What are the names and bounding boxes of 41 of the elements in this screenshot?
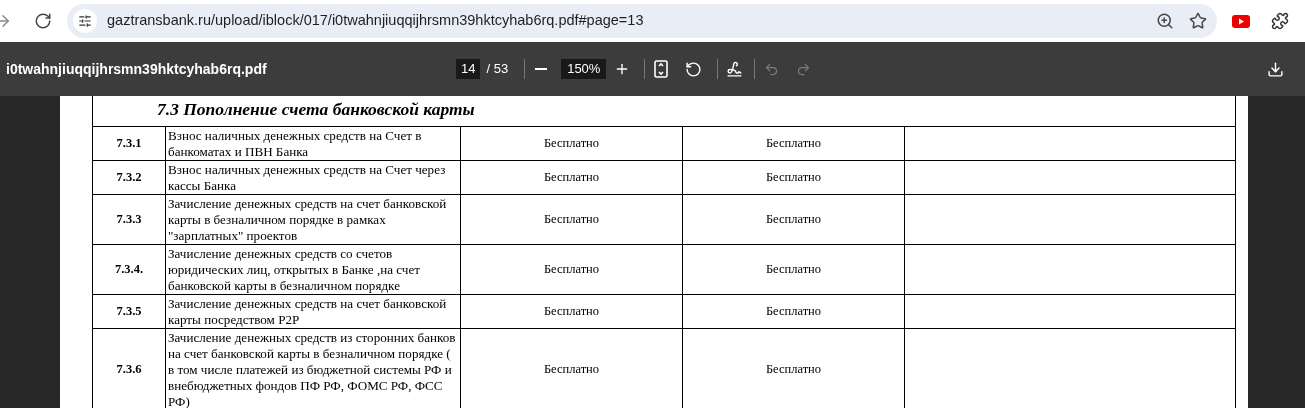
fee-cell: Бесплатно — [682, 294, 905, 329]
minus-icon — [535, 68, 548, 70]
row-number-cell: 7.3.6 — [92, 328, 166, 408]
page-count: / 53 — [486, 60, 509, 79]
zoom-icon[interactable] — [1156, 12, 1174, 30]
fee-cell: Бесплатно — [460, 294, 683, 329]
fee-cell: Бесплатно — [460, 194, 683, 245]
fee-cell: Бесплатно — [682, 126, 905, 161]
fee-cell: Бесплатно — [682, 160, 905, 195]
row-number-cell: 7.3.1 — [92, 126, 166, 161]
rotate-icon — [684, 60, 702, 78]
service-description-cell: Зачисление денежных средств на счет банковской карты посредством P2P — [165, 294, 461, 329]
redo-icon — [795, 61, 811, 77]
download-icon — [1266, 60, 1284, 78]
row-number-cell: 7.3.4. — [92, 244, 166, 295]
fee-cell: Бесплатно — [682, 244, 905, 295]
reload-icon — [34, 12, 52, 30]
fee-cell: Бесплатно — [682, 194, 905, 245]
row-number-cell: 7.3.2 — [92, 160, 166, 195]
row-number-cell: 7.3.3 — [92, 194, 166, 245]
fit-page-icon — [654, 60, 669, 78]
file-name: i0twahnjiuqqijhrsmn39hktcyhab6rq.pdf — [6, 59, 268, 79]
address-bar[interactable]: gaztransbank.ru/upload/iblock/017/i0twahnjiuqqijhrsmn39hktcyhab6rq.pdf#page=13 — [67, 4, 1217, 38]
section-title: 7.3 Пополнение счета банковской карты — [157, 99, 475, 119]
row-number-cell: 7.3.5 — [92, 294, 166, 329]
site-info-icon[interactable] — [73, 9, 97, 33]
zoom-field[interactable]: 150% — [561, 59, 607, 79]
pen-icon — [725, 60, 743, 78]
bookmark-star-icon[interactable] — [1189, 12, 1207, 30]
service-description-cell: Взнос наличных денежных средств на Счет в банкоматах и ПВН Банка — [165, 126, 461, 161]
fee-cell: Бесплатно — [460, 126, 683, 161]
service-description-cell: Зачисление денежных средств со счетов юридических лиц, открытых в Банке ,на счет банковской карты в безналичном порядке — [165, 244, 461, 295]
fee-cell: Бесплатно — [460, 244, 683, 295]
url-text: gaztransbank.ru/upload/iblock/017/i0twahnjiuqqijhrsmn39hktcyhab6rq.pdf#page=13 — [107, 11, 644, 31]
fee-cell: Бесплатно — [460, 160, 683, 195]
service-description-cell: Взнос наличных денежных средств на Счет через кассы Банка — [165, 160, 461, 195]
undo-icon — [763, 61, 779, 77]
play-icon[interactable] — [1232, 14, 1250, 28]
extensions-icon[interactable] — [1271, 12, 1289, 30]
service-description-cell: Зачисление денежных средств на счет банковской карты в безналичном порядке в рамках "зарплатных" проектов — [165, 194, 461, 245]
page-number-field[interactable]: 14 — [456, 59, 481, 79]
